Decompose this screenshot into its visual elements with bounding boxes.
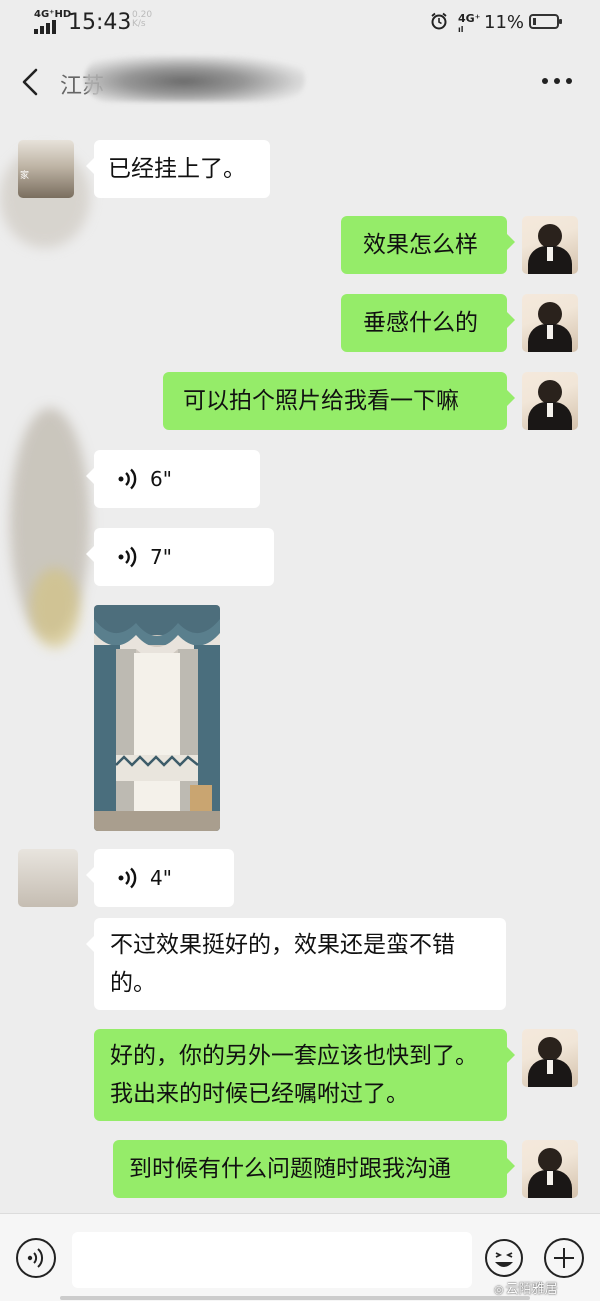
message-bubble[interactable]: 不过效果挺好的，效果还是蛮不错的。 bbox=[86, 918, 506, 1010]
message-bubble[interactable]: 垂感什么的 bbox=[341, 294, 515, 352]
message-input[interactable] bbox=[72, 1232, 472, 1288]
alarm-icon bbox=[431, 12, 447, 30]
voice-message[interactable]: 4" bbox=[86, 849, 234, 907]
voice-duration: 7" bbox=[150, 545, 172, 569]
curtain-photo[interactable] bbox=[94, 605, 220, 831]
blur-smudge bbox=[30, 568, 80, 648]
curtain-image bbox=[94, 605, 220, 831]
chat-area[interactable]: 家 已经挂上了。 效果怎么样 垂感什么的 可以拍个照片给我看一下嘛 6" 7" bbox=[0, 118, 600, 1213]
message-bubble[interactable]: 好的，你的另外一套应该也快到了。我出来的时候已经嘱咐过了。 bbox=[94, 1029, 515, 1121]
network-indicator: 4G⁺HD bbox=[34, 9, 72, 20]
add-more-button[interactable] bbox=[544, 1238, 584, 1278]
voice-input-button[interactable] bbox=[16, 1238, 56, 1278]
contact-avatar[interactable] bbox=[18, 849, 78, 907]
user-avatar[interactable] bbox=[522, 372, 578, 430]
wechat-icon: ◎ bbox=[494, 1283, 504, 1296]
voice-message[interactable]: 6" bbox=[86, 450, 260, 508]
chat-header: 江苏 bbox=[0, 46, 600, 118]
emoji-icon[interactable] bbox=[484, 1238, 524, 1278]
signal-icon bbox=[34, 20, 60, 34]
message-bubble[interactable]: 可以拍个照片给我看一下嘛 bbox=[163, 372, 515, 430]
input-bar: ◎ 云陌雅居 bbox=[0, 1213, 600, 1301]
home-indicator bbox=[60, 1296, 530, 1300]
user-avatar[interactable] bbox=[522, 1140, 578, 1198]
voice-duration: 4" bbox=[150, 866, 172, 890]
watermark: ◎ 云陌雅居 bbox=[494, 1282, 558, 1297]
message-bubble[interactable]: 到时候有什么问题随时跟我沟通 bbox=[113, 1140, 515, 1198]
blurred-name bbox=[85, 56, 305, 102]
message-bubble[interactable]: 已经挂上了。 bbox=[86, 140, 270, 198]
voice-duration: 6" bbox=[150, 467, 172, 491]
voice-icon bbox=[27, 1248, 44, 1268]
network-indicator-2: 4G⁺ ıl bbox=[458, 12, 481, 34]
battery-icon bbox=[529, 14, 562, 29]
contact-avatar[interactable]: 家 bbox=[18, 140, 74, 198]
voice-wave-icon bbox=[118, 468, 137, 490]
battery-percent: 11% bbox=[484, 12, 525, 33]
status-bar: 4G⁺HD 15:43 0.20 K/s 4G⁺ ıl 11% bbox=[0, 0, 600, 46]
user-avatar[interactable] bbox=[522, 294, 578, 352]
more-icon[interactable] bbox=[540, 76, 574, 86]
voice-wave-icon bbox=[118, 546, 137, 568]
user-avatar[interactable] bbox=[522, 1029, 578, 1087]
back-arrow-icon[interactable] bbox=[16, 66, 44, 98]
voice-wave-icon bbox=[118, 867, 137, 889]
message-bubble[interactable]: 效果怎么样 bbox=[341, 216, 515, 274]
voice-message[interactable]: 7" bbox=[86, 528, 274, 586]
network-speed: 0.20 K/s bbox=[132, 10, 153, 29]
status-time: 15:43 bbox=[68, 10, 132, 35]
user-avatar[interactable] bbox=[522, 216, 578, 274]
